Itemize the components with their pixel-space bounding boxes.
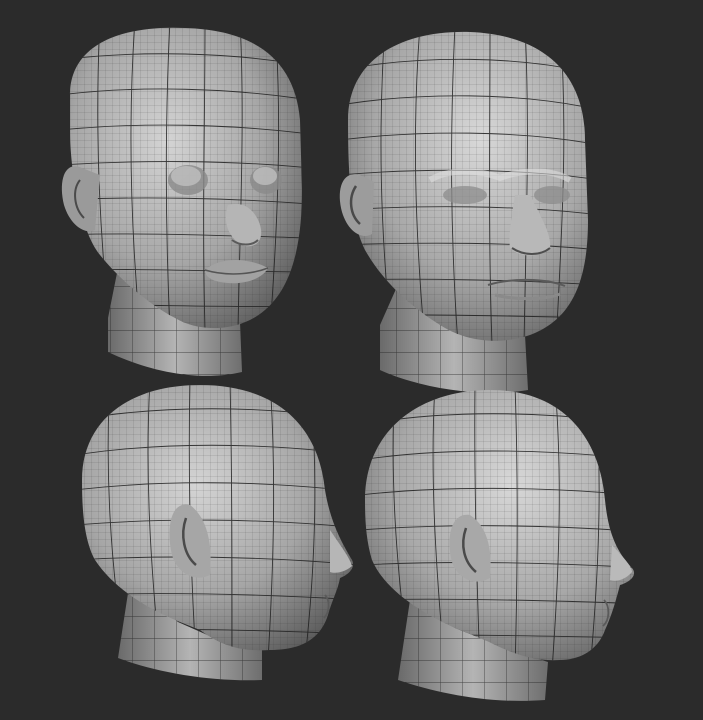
nose-mesh — [330, 530, 352, 573]
eye-socket — [534, 186, 570, 204]
render-canvas — [61, 27, 635, 701]
ear-mesh — [61, 166, 100, 232]
head-side-high-poly — [365, 390, 635, 701]
sculpt-viewport — [0, 0, 703, 720]
head-front-low-poly — [61, 27, 302, 376]
head-front-high-poly — [339, 31, 588, 393]
eye-socket — [443, 186, 487, 204]
head-side-low-poly — [82, 385, 354, 681]
ear-mesh — [339, 174, 374, 236]
